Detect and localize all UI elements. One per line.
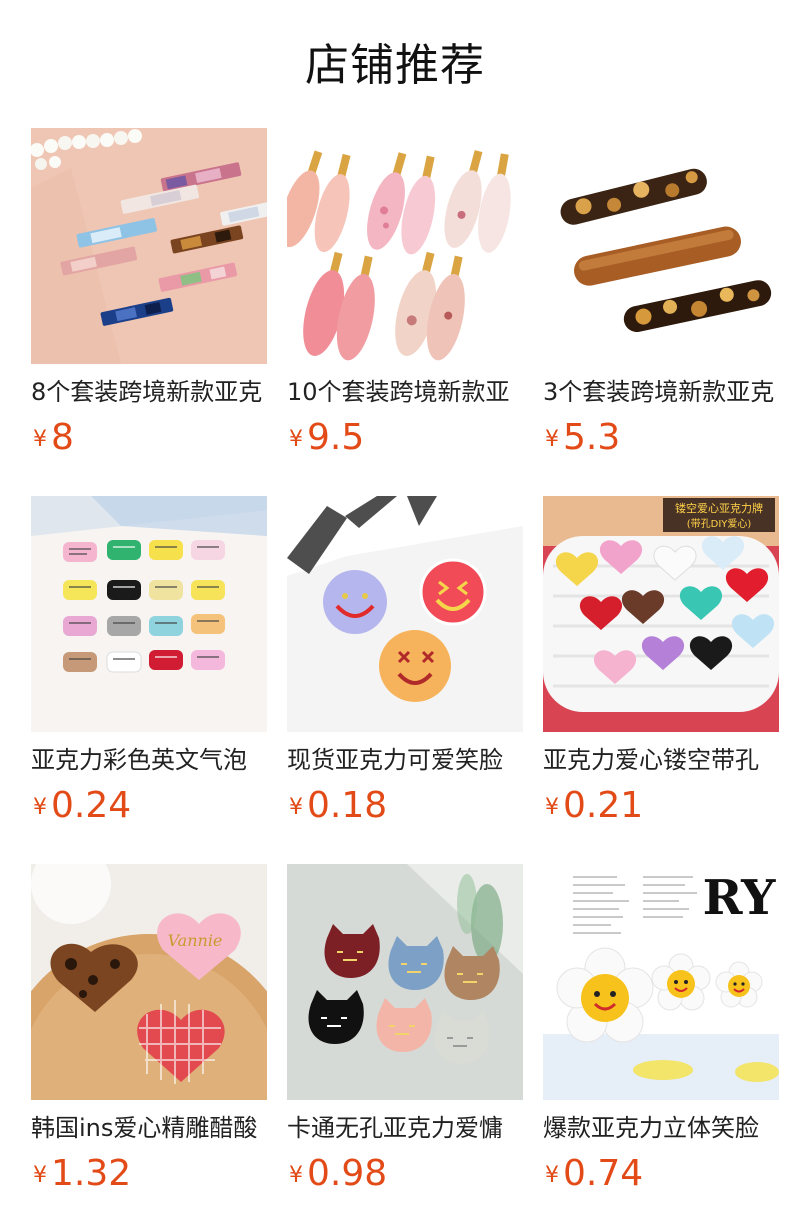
price-amount: 5.3 bbox=[563, 417, 621, 458]
love-heart-charms-image[interactable]: 镂空爱心亚克力牌 (带孔DIY爱心) bbox=[543, 496, 779, 732]
product-card[interactable]: 3个套装跨境新款亚克 ¥5.3 bbox=[543, 128, 779, 468]
image-caption-line1: 镂空爱心亚克力牌 bbox=[675, 501, 763, 515]
price-amount: 9.5 bbox=[307, 417, 365, 458]
product-name[interactable]: 亚克力彩色英文气泡 bbox=[31, 743, 267, 777]
tortoiseshell-barrettes-image[interactable] bbox=[543, 128, 779, 364]
currency-symbol: ¥ bbox=[289, 427, 303, 452]
product-card[interactable]: 10个套装跨境新款亚 ¥9.5 bbox=[287, 128, 523, 468]
currency-symbol: ¥ bbox=[33, 795, 47, 820]
currency-symbol: ¥ bbox=[545, 427, 559, 452]
product-price: ¥8 bbox=[33, 420, 74, 456]
currency-symbol: ¥ bbox=[289, 795, 303, 820]
currency-symbol: ¥ bbox=[545, 795, 559, 820]
product-price: ¥0.98 bbox=[289, 1156, 387, 1192]
acrylic-hair-clips-image[interactable] bbox=[31, 128, 267, 364]
smiley-daisy-charms-image[interactable]: RY bbox=[543, 864, 779, 1100]
image-caption-line2: (带孔DIY爱心) bbox=[687, 517, 752, 530]
product-name[interactable]: 8个套装跨境新款亚克 bbox=[31, 375, 267, 409]
product-card[interactable]: Vannie 韩国ins爱心精雕醋酸 ¥1.32 bbox=[31, 864, 267, 1204]
product-card[interactable]: 8个套装跨境新款亚克 ¥8 bbox=[31, 128, 267, 468]
currency-symbol: ¥ bbox=[33, 427, 47, 452]
product-price: ¥5.3 bbox=[545, 420, 620, 456]
pink-duckbill-clips-image[interactable] bbox=[287, 128, 523, 364]
smiley-face-charms-image[interactable] bbox=[287, 496, 523, 732]
product-card[interactable]: RY 爆款亚克力立体笑脸 ¥ 0.74 bbox=[543, 864, 779, 1204]
product-price: ¥0.18 bbox=[289, 788, 387, 824]
product-card[interactable]: 亚克力彩色英文气泡 ¥0.24 bbox=[31, 496, 267, 836]
currency-symbol: ¥ bbox=[545, 1163, 559, 1188]
image-brand-text: Vannie bbox=[168, 931, 223, 950]
speech-bubble-charms-image[interactable] bbox=[31, 496, 267, 732]
product-name[interactable]: 卡通无孔亚克力爱慵 bbox=[287, 1111, 523, 1145]
price-amount: 8 bbox=[51, 417, 74, 458]
product-name[interactable]: 韩国ins爱心精雕醋酸 bbox=[31, 1111, 267, 1145]
product-price: ¥1.32 bbox=[33, 1156, 131, 1192]
price-amount: 0.21 bbox=[563, 785, 644, 826]
price-amount: 0.24 bbox=[51, 785, 132, 826]
price-amount: 1.32 bbox=[51, 1153, 132, 1194]
product-price: ¥0.74 bbox=[545, 1156, 643, 1192]
product-name[interactable]: 3个套装跨境新款亚克 bbox=[543, 375, 779, 409]
vannie-heart-charms-image[interactable]: Vannie bbox=[31, 864, 267, 1100]
product-price: ¥0.21 bbox=[545, 788, 643, 824]
price-amount: 0.98 bbox=[307, 1153, 388, 1194]
price-amount: 0.18 bbox=[307, 785, 388, 826]
product-name[interactable]: 现货亚克力可爱笑脸 bbox=[287, 743, 523, 777]
product-card[interactable]: 卡通无孔亚克力爱慵 ¥0.98 bbox=[287, 864, 523, 1204]
price-amount: 0.74 bbox=[563, 1153, 644, 1194]
product-card[interactable]: 镂空爱心亚克力牌 (带孔DIY爱心) 亚克力爱心镂空带孔 ¥ 0.21 bbox=[543, 496, 779, 836]
product-name[interactable]: 亚克力爱心镂空带孔 bbox=[543, 743, 779, 777]
product-name[interactable]: 爆款亚克力立体笑脸 bbox=[543, 1111, 779, 1145]
cat-face-charms-image[interactable] bbox=[287, 864, 523, 1100]
product-name[interactable]: 10个套装跨境新款亚 bbox=[287, 375, 523, 409]
currency-symbol: ¥ bbox=[289, 1163, 303, 1188]
page-title: 店铺推荐 bbox=[305, 40, 485, 91]
product-price: ¥0.24 bbox=[33, 788, 131, 824]
image-print-text: RY bbox=[703, 870, 776, 926]
product-price: ¥9.5 bbox=[289, 420, 364, 456]
currency-symbol: ¥ bbox=[33, 1163, 47, 1188]
product-card[interactable]: 现货亚克力可爱笑脸 ¥0.18 bbox=[287, 496, 523, 836]
